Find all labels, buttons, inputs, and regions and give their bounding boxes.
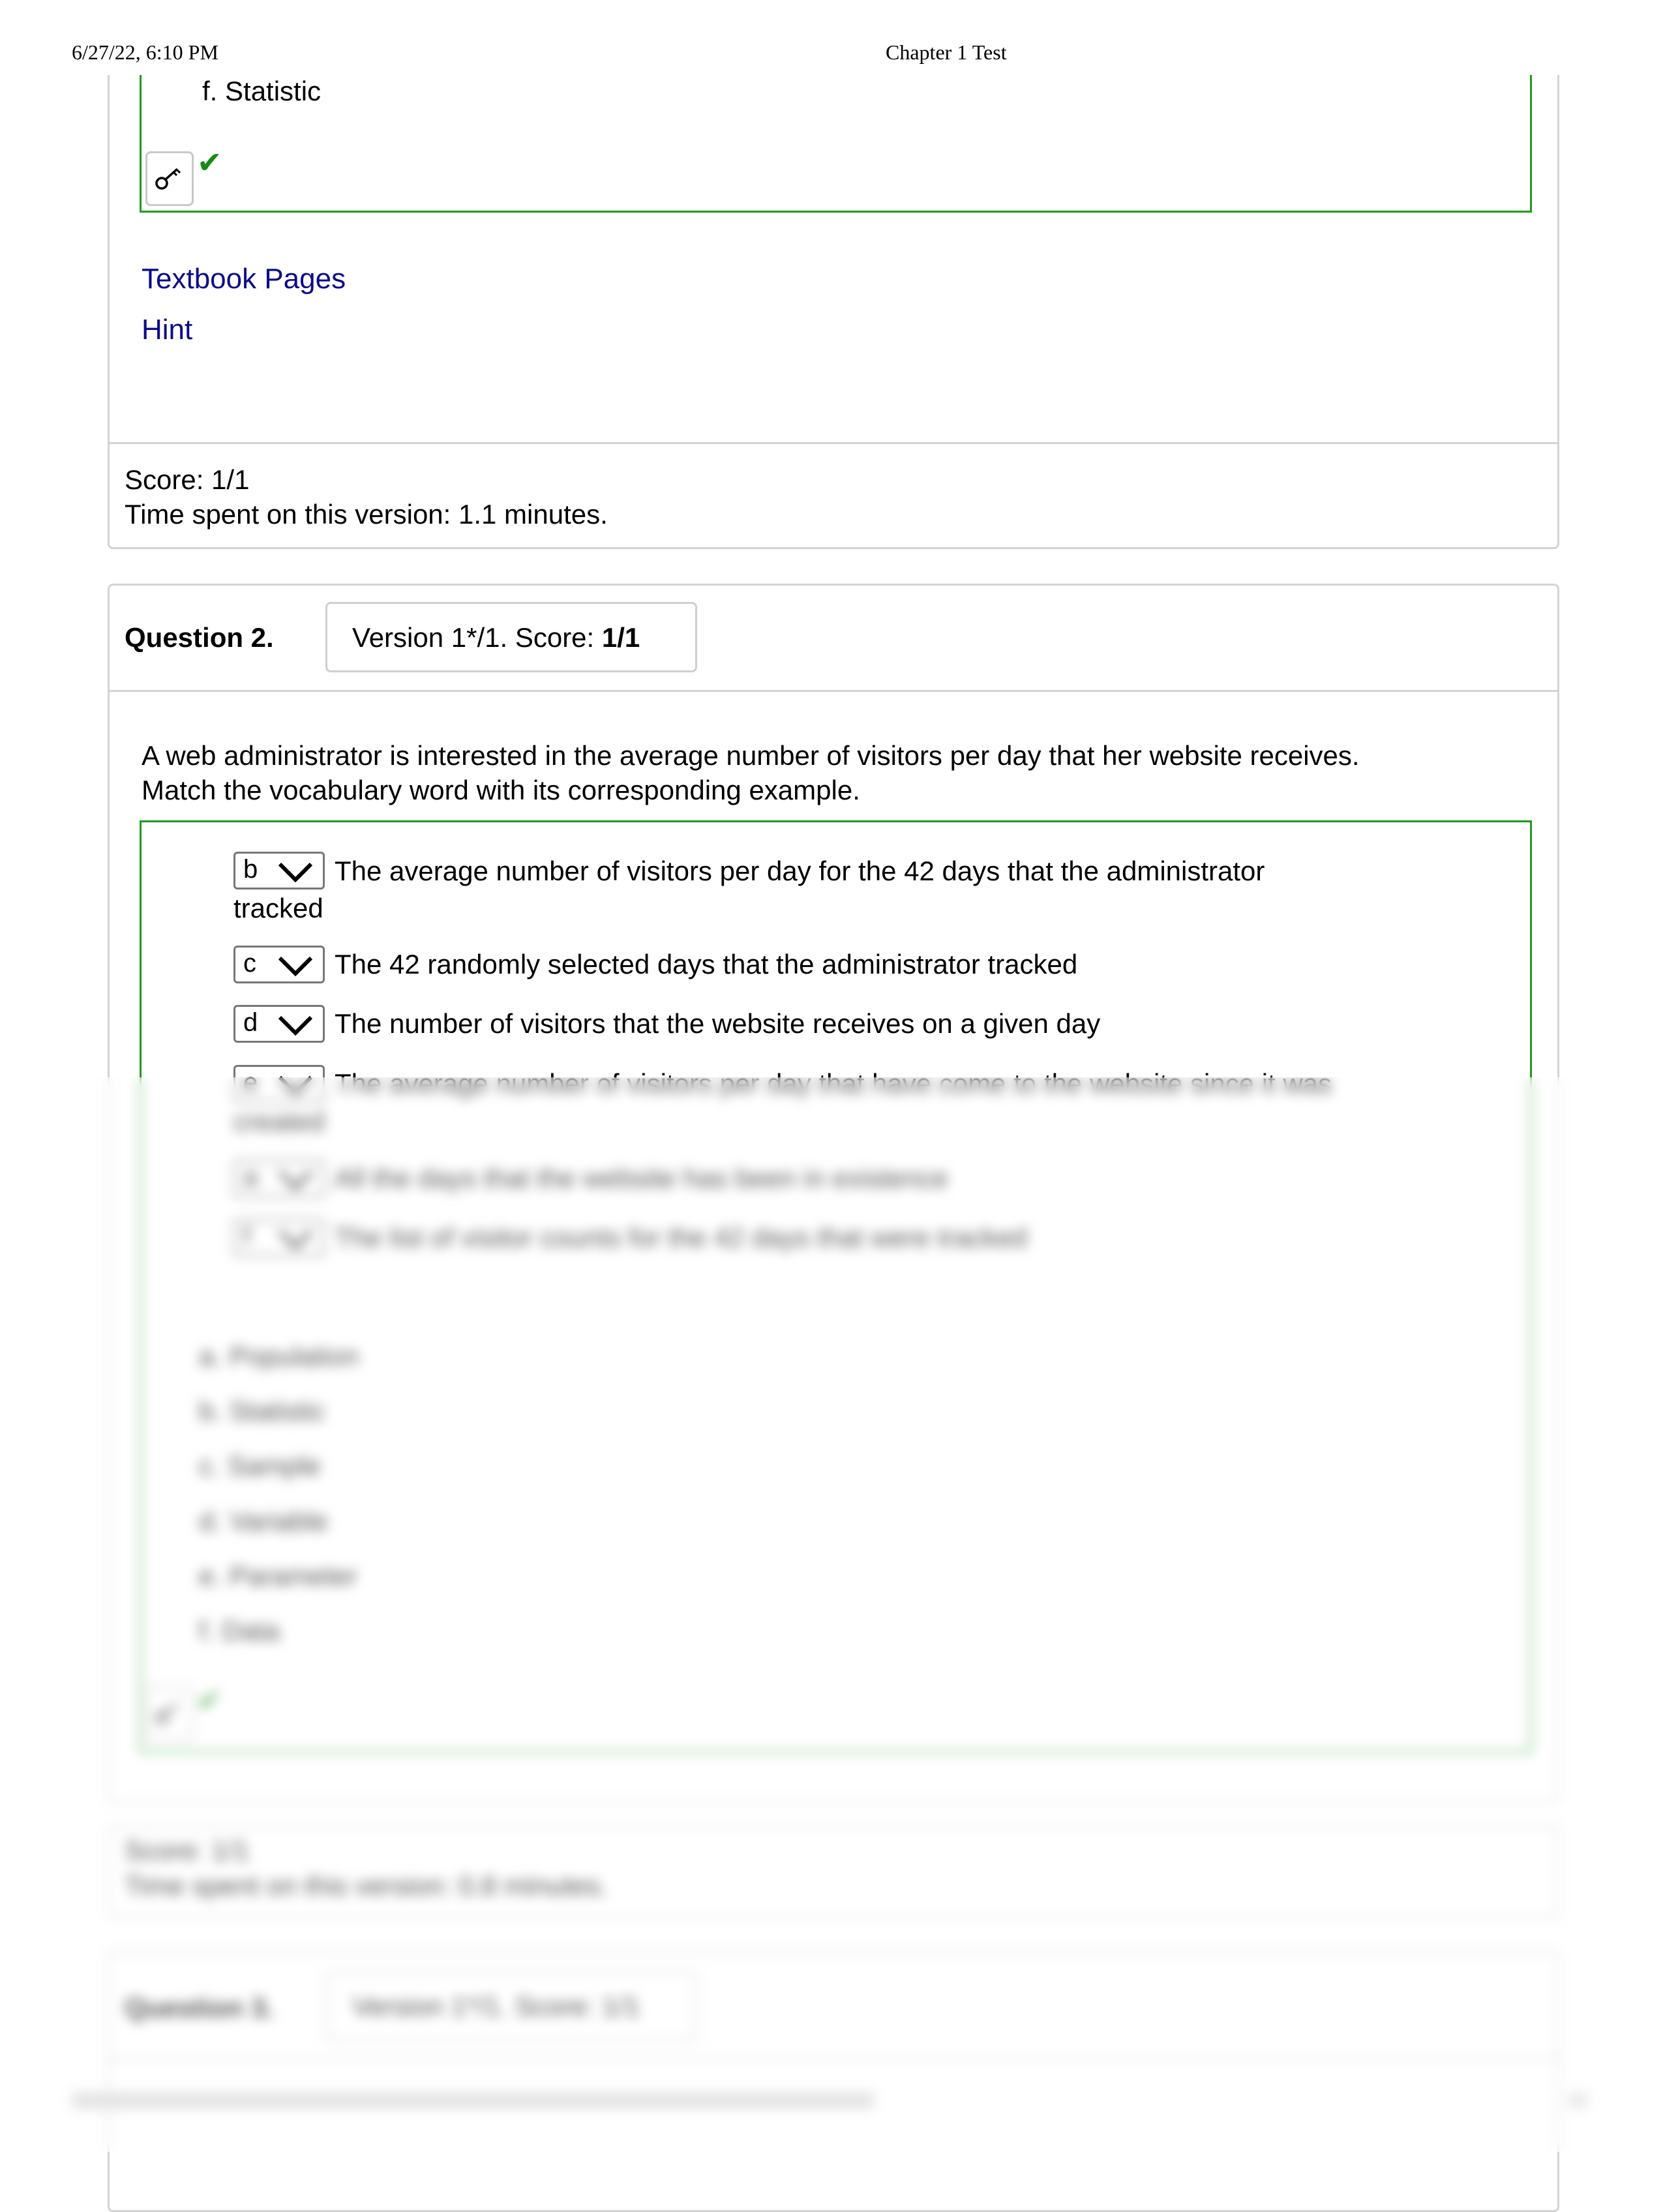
match-select-3[interactable]: d	[233, 1005, 325, 1043]
version-score: 1/1	[601, 622, 640, 653]
blur-overlay	[0, 1077, 1663, 2152]
print-title: Chapter 1 Test	[886, 40, 1007, 64]
chevron-down-icon	[278, 1015, 313, 1036]
version-badge: Version 1*/1. Score: 1/1	[325, 602, 697, 672]
version-text: Version 1*/1. Score:	[352, 622, 602, 653]
textbook-pages-link[interactable]: Textbook Pages	[142, 262, 346, 296]
divider	[110, 442, 1557, 444]
match-select-1[interactable]: b	[233, 852, 325, 889]
chevron-down-icon	[278, 956, 313, 976]
match-row-2-text: The 42 randomly selected days that the a…	[335, 949, 1078, 979]
divider	[110, 690, 1557, 692]
question-1-score: Score: 1/1	[125, 464, 250, 495]
question-prompt-line-2: Match the vocabulary word with its corre…	[142, 775, 860, 805]
match-row-1-text-cont: tracked	[233, 893, 323, 923]
hint-link[interactable]: Hint	[142, 313, 192, 347]
option-f: f. Statistic	[202, 76, 322, 106]
question-2-label: Question 2.	[125, 622, 274, 653]
match-row-3-text: The number of visitors that the website …	[335, 1008, 1101, 1039]
key-icon	[155, 168, 181, 190]
match-select-2[interactable]: c	[233, 946, 325, 983]
chevron-down-icon	[278, 862, 313, 882]
match-row-1-text: The average number of visitors per day f…	[335, 856, 1265, 886]
question-prompt-line-1: A web administrator is interested in the…	[142, 740, 1360, 771]
question-1-answer-box	[140, 75, 1532, 213]
key-button[interactable]	[145, 151, 194, 206]
print-datetime: 6/27/22, 6:10 PM	[72, 40, 218, 64]
checkmark-icon: ✔	[197, 145, 222, 179]
question-1-time-spent: Time spent on this version: 1.1 minutes.	[125, 499, 608, 530]
